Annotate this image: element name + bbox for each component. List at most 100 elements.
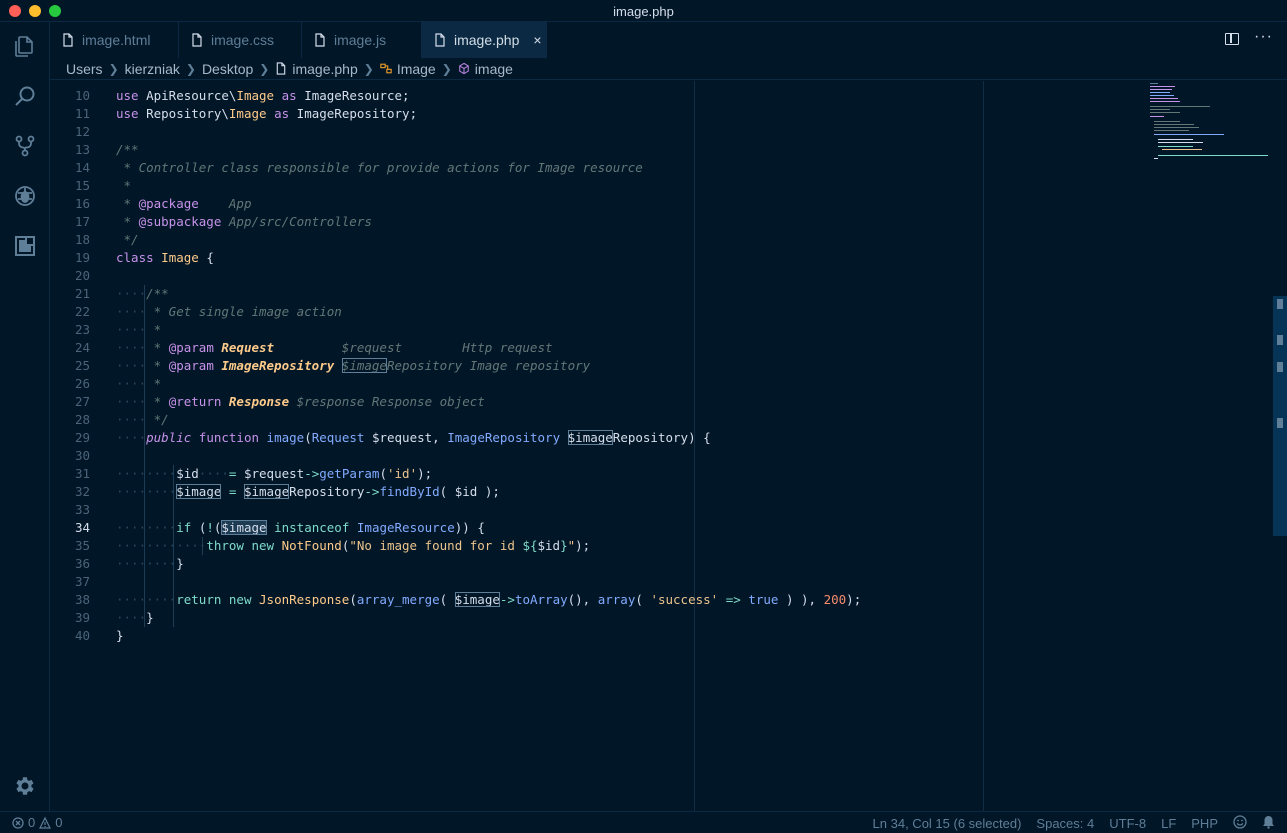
scrollbar-marker [1277,362,1283,372]
file-icon [435,33,445,47]
line-number: 25 [74,358,90,373]
line-number: 12 [74,124,90,139]
chevron-right-icon: ❯ [259,61,270,76]
line-number: 10 [74,88,90,103]
chevron-right-icon: ❯ [185,61,196,76]
warning-count: 0 [55,815,63,830]
code-editor[interactable]: 10 11 12 13 14 15 16 17 18 19 20 21 22 2… [50,81,1287,811]
tab-image-php[interactable]: image.php × [422,22,547,58]
tab-bar: image.html image.css image.js image.php … [50,22,1287,58]
tab-label: image.css [211,32,275,48]
code-line: ········return new JsonResponse(array_me… [116,592,862,607]
status-bar: 0 0 Ln 34, Col 15 (6 selected) Spaces: 4… [0,811,1287,833]
line-number: 17 [74,214,90,229]
status-right: Ln 34, Col 15 (6 selected) Spaces: 4 UTF… [873,815,1287,832]
code-line: * [116,178,132,193]
scrollbar-thumb[interactable] [1273,296,1287,536]
code-line: * @package App [116,196,252,211]
line-number: 28 [74,412,90,427]
code-line: ···· * @return Response $response Respon… [116,394,485,409]
window-title: image.php [613,4,674,19]
code-line: use Repository\Image as ImageRepository; [116,106,418,121]
breadcrumb-method-label: image [474,60,513,77]
minimap[interactable] [1150,81,1275,171]
line-number: 32 [74,484,90,499]
search-icon[interactable] [13,84,37,108]
code-line: ···· * Get single image action [116,304,342,319]
extensions-icon[interactable] [13,234,37,258]
method-symbol-icon [458,62,469,75]
problems-indicator[interactable]: 0 0 [12,815,62,830]
warning-icon [39,816,52,829]
file-icon [277,62,286,75]
vertical-scrollbar[interactable] [1273,81,1287,811]
indentation[interactable]: Spaces: 4 [1036,816,1094,831]
code-line: ···· * [116,322,162,337]
breadcrumb: Users ❯ kierzniak ❯ Desktop ❯ image.php … [50,58,1287,80]
tab-image-html[interactable]: image.html [50,22,179,58]
gear-icon[interactable] [13,774,37,798]
chevron-right-icon: ❯ [108,61,119,76]
debug-icon[interactable] [13,184,37,208]
breadcrumb-method[interactable]: image [458,61,513,77]
code-line: ····/** [116,286,169,301]
code-line: ····} [116,610,154,625]
language-mode[interactable]: PHP [1191,816,1218,831]
code-line: ········$id····= $request->getParam('id'… [116,466,433,481]
more-actions-icon[interactable]: ··· [1254,28,1273,46]
line-number: 39 [74,610,90,625]
scrollbar-marker [1277,418,1283,428]
class-symbol-icon [380,63,392,74]
files-icon[interactable] [13,34,37,58]
tab-label: image.php [454,32,520,48]
tab-image-js[interactable]: image.js [302,22,422,58]
line-number: 24 [74,340,90,355]
end-of-line[interactable]: LF [1161,816,1176,831]
breadcrumb-class-label: Image [396,60,436,77]
source-control-icon[interactable] [13,134,37,158]
file-icon [63,33,73,47]
breadcrumb-item[interactable]: Users [66,61,103,77]
encoding[interactable]: UTF-8 [1109,816,1146,831]
bell-icon[interactable] [1262,815,1275,832]
tab-label: image.js [334,32,387,48]
line-number: 27 [74,394,90,409]
code-line: ···· */ [116,412,169,427]
activity-bar [0,22,50,811]
breadcrumb-file[interactable]: image.php [275,60,358,77]
close-icon[interactable]: × [533,32,541,48]
code-line: ···· * @param Request $request Http requ… [116,340,553,355]
code-line: ···· * @param ImageRepository $imageRepo… [116,358,591,373]
file-icon [315,33,325,47]
line-number: 33 [74,502,90,517]
split-editor-icon[interactable] [1225,33,1239,45]
error-count: 0 [28,815,36,830]
breadcrumb-item[interactable]: Desktop [202,61,253,77]
line-number: 29 [74,430,90,445]
breadcrumb-class[interactable]: Image [380,61,436,77]
line-number: 31 [74,466,90,481]
line-number: 30 [74,448,90,463]
feedback-smiley-icon[interactable] [1233,815,1247,832]
line-number: 22 [74,304,90,319]
file-icon [192,33,202,47]
code-line: ········$image = $imageRepository->findB… [116,484,500,499]
breadcrumb-item[interactable]: kierzniak [125,61,180,77]
scrollbar-marker [1277,335,1283,345]
title-bar: image.php [0,0,1287,22]
code-line: * Controller class responsible for provi… [116,160,643,175]
line-number: 18 [74,232,90,247]
tab-image-css[interactable]: image.css [179,22,302,58]
line-number: 14 [74,160,90,175]
line-number: 13 [74,142,90,157]
code-line: /** [116,142,139,157]
code-line: class Image { [116,250,214,265]
line-number: 37 [74,574,90,589]
chevron-right-icon: ❯ [363,61,374,76]
tab-actions: ··· [1217,22,1287,58]
line-number: 38 [74,592,90,607]
line-number: 11 [74,106,90,121]
cursor-position[interactable]: Ln 34, Col 15 (6 selected) [873,816,1022,831]
editor-ruler [983,81,984,811]
breadcrumb-file-label: image.php [292,60,358,77]
